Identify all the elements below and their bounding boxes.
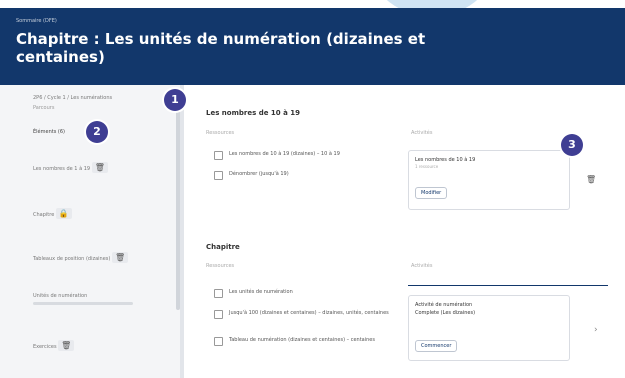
active-underline (408, 285, 608, 286)
chevron-right-icon[interactable]: › (594, 325, 598, 335)
resource-label: Les unités de numération (229, 289, 293, 295)
sidebar-scrollbar[interactable] (176, 90, 180, 310)
sidebar-item[interactable]: Les nombres de 1 à 19 🗑 (33, 157, 133, 173)
trash-icon[interactable]: 🗑 (586, 175, 596, 184)
page-header: Sommaire (DFE) Chapitre : Les unités de … (0, 8, 625, 85)
lock-icon[interactable]: 🔒 (55, 208, 72, 219)
document-icon (214, 171, 223, 180)
resource-row[interactable]: Les unités de numération (214, 289, 394, 298)
link-icon (214, 289, 223, 298)
header-kicker: Sommaire (DFE) (16, 18, 57, 24)
sidebar-item[interactable]: Exercices 🗑 (33, 335, 133, 351)
resource-row[interactable]: Dénombrer (jusqu'à 19) (214, 171, 394, 180)
resource-label: Dénombrer (jusqu'à 19) (229, 171, 289, 177)
modify-button[interactable]: Modifier (415, 187, 448, 199)
main-content: Les nombres de 10 à 19 Ressources Activi… (186, 85, 625, 378)
sidebar-item-label: Exercices (33, 344, 57, 350)
resource-label: Tableau de numération (dizaines et centa… (229, 337, 375, 343)
marker-1: 1 (164, 89, 186, 111)
column-header-resources: Ressources (206, 130, 235, 136)
column-header-activities: Activités (411, 263, 433, 269)
trash-icon[interactable]: 🗑 (111, 252, 129, 263)
resource-label: Les nombres de 10 à 19 (dizaines) – 10 à… (229, 151, 340, 157)
page-title: Chapitre : Les unités de numération (diz… (16, 30, 426, 66)
trash-icon[interactable]: 🗑 (58, 340, 75, 351)
resource-label: Jusqu'à 100 (dizaines et centaines) – di… (229, 310, 389, 316)
activity-card[interactable]: Activité de numération Complete (Les diz… (408, 295, 570, 361)
activity-subtitle: 1 ressource (415, 164, 439, 169)
sidebar-section-label: Éléments (6) (33, 129, 65, 135)
video-icon (214, 310, 223, 319)
start-button[interactable]: Commencer (415, 340, 458, 352)
sidebar-item-label: Chapitre (33, 212, 55, 218)
sidebar-item-label: Unités de numération (33, 293, 88, 299)
resource-row[interactable]: Jusqu'à 100 (dizaines et centaines) – di… (214, 310, 394, 319)
activity-card[interactable]: Les nombres de 10 à 19 1 ressource Modif… (408, 150, 570, 210)
sidebar-item-label: Les nombres de 1 à 19 (33, 166, 91, 172)
activity-title: Activité de numération (415, 302, 473, 308)
divider (33, 302, 133, 305)
activity-subtitle: Complete (Les dizaines) (415, 310, 476, 316)
sidebar-item[interactable]: Tableaux de position (dizaines) 🗑 (33, 247, 143, 263)
activity-title: Les nombres de 10 à 19 (415, 157, 476, 163)
breadcrumb[interactable]: 2P6 / Cycle 1 / Les numérations (33, 95, 112, 101)
section-title: Chapitre (206, 243, 240, 251)
marker-3: 3 (561, 134, 583, 156)
column-header-resources: Ressources (206, 263, 235, 269)
trash-icon[interactable]: 🗑 (91, 162, 108, 173)
sidebar-subtitle: Parcours (33, 105, 55, 111)
document-icon (214, 151, 223, 160)
resource-row[interactable]: Les nombres de 10 à 19 (dizaines) – 10 à… (214, 151, 394, 160)
sidebar-item-label: Tableaux de position (dizaines) (33, 256, 111, 262)
sidebar-item[interactable]: Unités de numération (33, 293, 143, 305)
section-title: Les nombres de 10 à 19 (206, 109, 300, 117)
column-header-activities: Activités (411, 130, 433, 136)
marker-2: 2 (86, 121, 108, 143)
resource-row[interactable]: Tableau de numération (dizaines et centa… (214, 337, 394, 346)
sidebar-item[interactable]: Chapitre 🔒 (33, 203, 133, 219)
document-icon (214, 337, 223, 346)
